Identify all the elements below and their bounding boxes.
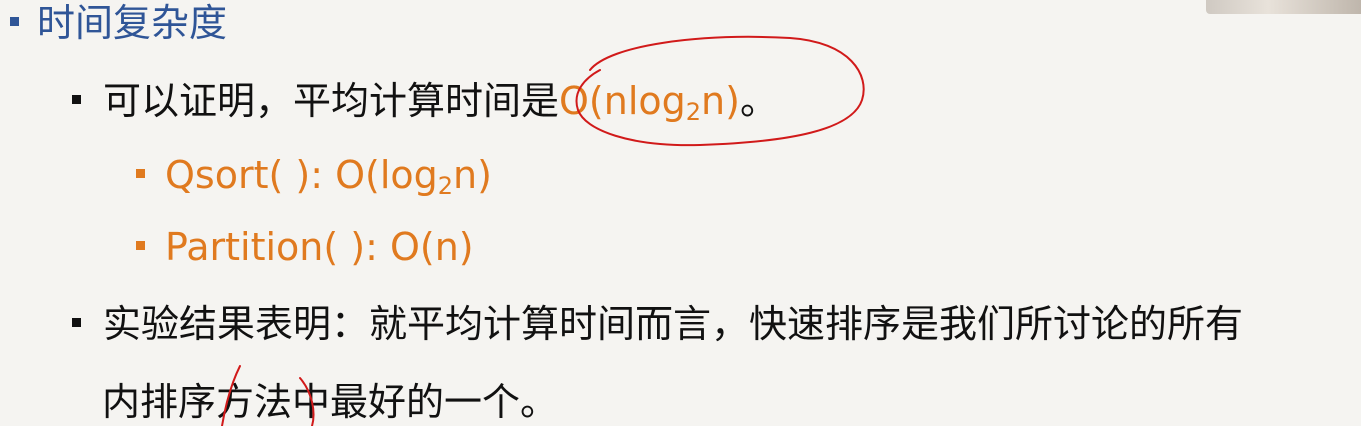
- sub1-line: Qsort( ): O(log2n): [136, 153, 492, 198]
- point1-complexity: O(nlog2n): [559, 79, 740, 126]
- sub1-main: Qsort( ): O(log: [165, 153, 438, 197]
- sub2-bullet: [136, 241, 145, 250]
- handwritten-annotations: [221, 35, 865, 426]
- sub1-sub: 2: [437, 172, 454, 200]
- point1-complexity-sub: 2: [685, 98, 702, 126]
- point2-line1: 实验结果表明：就平均计算时间而言，快速排序是我们所讨论的所有: [72, 305, 1243, 343]
- heading-line: 时间复杂度: [10, 4, 227, 42]
- point1-complexity-main: O(nlog: [559, 79, 686, 123]
- slide: 时间复杂度 可以证明，平均计算时间是O(nlog2n)。 Qsort( ): O…: [0, 0, 1361, 426]
- webcam-overlay: [1206, 0, 1361, 14]
- point1-line: 可以证明，平均计算时间是O(nlog2n)。: [72, 79, 778, 126]
- sub1-bullet: [136, 169, 145, 178]
- sub2-line: Partition( ): O(n): [136, 228, 474, 266]
- heading-text: 时间复杂度: [37, 1, 228, 45]
- point1-bullet: [72, 95, 81, 104]
- sub1-tail: n): [453, 153, 492, 197]
- point2-bullet: [72, 318, 81, 327]
- point1-complexity-tail: n): [701, 79, 740, 123]
- point1-prefix: 可以证明，平均计算时间是: [103, 79, 560, 123]
- sub2-text: Partition( ): O(n): [165, 225, 474, 269]
- point2-text-line2: 内排序方法中最好的一个。: [102, 380, 559, 424]
- point2-line2: 内排序方法中最好的一个。: [102, 383, 558, 421]
- point2-text-line1: 实验结果表明：就平均计算时间而言，快速排序是我们所讨论的所有: [103, 302, 1244, 346]
- point1-suffix: 。: [739, 79, 778, 123]
- heading-bullet: [10, 17, 19, 26]
